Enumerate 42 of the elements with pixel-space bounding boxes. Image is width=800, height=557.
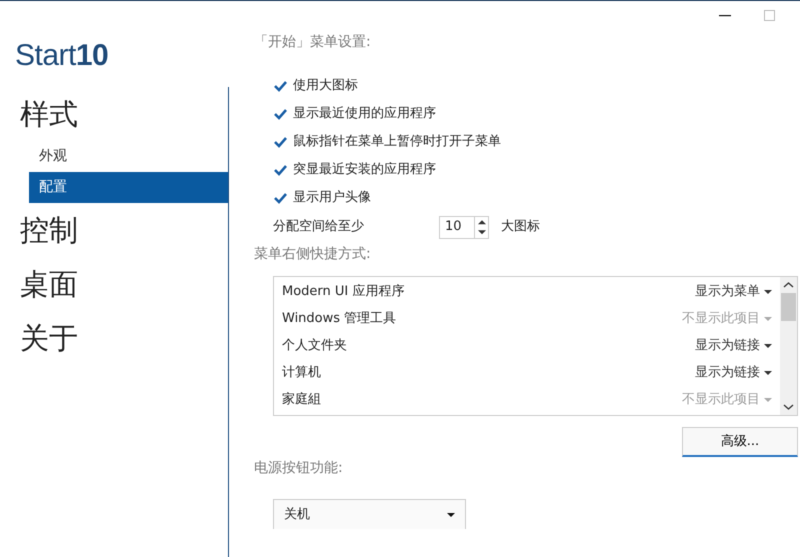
option-dropdown[interactable]: 显示为链接 [695,336,772,356]
checkbox-label: 突显最近安装的应用程序 [293,161,436,180]
advanced-button[interactable]: 高级... [682,427,798,457]
spinner-unit: 大图标 [501,218,540,236]
checkbox[interactable] [274,136,287,148]
checkbox[interactable] [274,80,287,92]
nav-section[interactable]: 关于 [0,311,228,365]
nav-section[interactable]: 桌面 [0,257,228,311]
list-item-name: Windows 管理工具 [282,310,396,328]
scroll-thumb[interactable] [781,293,796,321]
caret-icon [764,398,772,402]
option-dropdown[interactable]: 显示为链接 [695,362,772,382]
section-title: 「开始」菜单设置: [254,33,372,52]
checkbox-label: 显示最近使用的应用程序 [293,105,436,124]
checkbox-label: 鼠标指针在菜单上暂停时打开子菜单 [293,133,501,152]
list-item-name: 计算机 [282,364,321,382]
section-title: 电源按钮功能: [254,459,344,478]
logo: Start10 [14,38,110,74]
checkbox[interactable] [274,164,287,176]
caret-icon [764,370,772,374]
caret-icon [447,512,455,516]
caret-icon [764,290,772,294]
checkbox[interactable] [274,192,287,204]
checkbox-label: 显示用户头像 [293,189,371,208]
list-item-name: Modern UI 应用程序 [282,282,404,301]
option-dropdown[interactable]: 显示为菜单 [695,282,772,302]
power-dropdown[interactable]: 关机 [273,499,466,529]
nav-item[interactable]: 外观 [29,141,228,172]
list-item-name: 家庭組 [282,390,321,409]
nav-section[interactable]: 样式 [0,87,228,141]
scrollbar[interactable] [780,277,797,415]
list-item-name: 个人文件夹 [282,336,347,355]
checkbox-label: 使用大图标 [293,77,358,96]
minimize-icon[interactable] [718,14,730,16]
caret-icon [764,344,772,348]
spinner-label: 分配空间给至少 [273,218,364,236]
nav-section[interactable]: 控制 [0,203,228,257]
checkbox[interactable] [274,108,287,120]
caret-icon [764,316,772,320]
nav-item[interactable]: 配置 [29,172,228,203]
section-title: 菜单右侧快捷方式: [254,245,372,264]
number-spinner[interactable]: 10 [439,216,489,238]
